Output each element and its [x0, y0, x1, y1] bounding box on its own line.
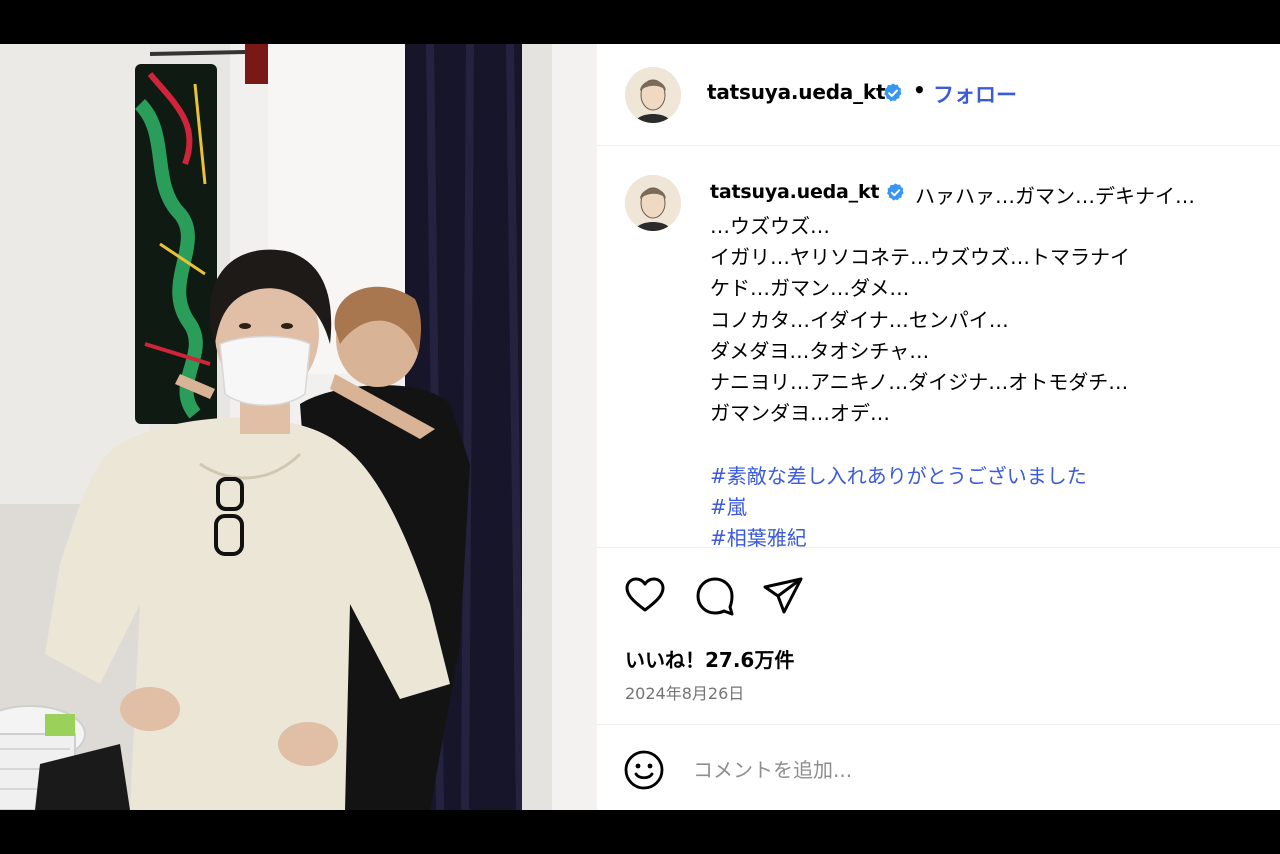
caption-line: ガマンダヨ…オデ… — [710, 401, 890, 426]
post-photo — [0, 44, 597, 810]
post-side-panel: tatsuya.ueda_kt • フォロー tatsuya.ueda_kt ハ… — [597, 44, 1280, 810]
letterbox-top — [0, 0, 1280, 44]
profile-avatar[interactable] — [625, 67, 681, 123]
like-count[interactable]: いいね！27.6万件 — [625, 644, 794, 673]
post-date[interactable]: 2024年8月26日 — [625, 680, 744, 704]
caption-line: コノカタ…イダイナ…センパイ… — [710, 307, 1009, 332]
hashtag-link[interactable]: #素敵な差し入れありがとうございました — [710, 461, 1270, 492]
heart-icon[interactable] — [623, 574, 667, 618]
caption-line: …ウズウズ… — [710, 214, 830, 238]
follow-button[interactable]: フォロー — [933, 79, 1017, 109]
header-username[interactable]: tatsuya.ueda_kt — [707, 80, 886, 104]
smiley-icon[interactable] — [623, 749, 665, 791]
caption-line: ダメダヨ…タオシチャ… — [710, 338, 930, 363]
caption-avatar[interactable] — [625, 175, 681, 231]
comment-bar — [597, 724, 1280, 810]
verified-badge-icon — [884, 83, 902, 102]
speech-bubble-icon[interactable] — [693, 574, 737, 618]
hashtag-link[interactable]: #嵐 — [710, 492, 1270, 523]
post-caption: tatsuya.ueda_kt ハァハァ…ガマン…デキナイ… …ウズウズ… イガ… — [597, 147, 1280, 547]
caption-line: ケド…ガマン…ダメ… — [710, 276, 910, 301]
paper-plane-icon[interactable] — [761, 574, 805, 618]
caption-username[interactable]: tatsuya.ueda_kt — [710, 181, 880, 203]
verified-badge-icon — [887, 183, 904, 201]
hashtag-link[interactable]: #相葉雅紀 — [710, 523, 1270, 547]
caption-text: …ウズウズ… イガリ…ヤリソコネテ…ウズウズ…トマラナイ ケド…ガマン…ダメ… … — [710, 211, 1270, 547]
caption-line: ナニヨリ…アニキノ…ダイジナ…オトモダチ… — [710, 369, 1129, 394]
caption-text-first-line: ハァハァ…ガマン…デキナイ… — [915, 184, 1195, 208]
post-header: tatsuya.ueda_kt • フォロー — [597, 44, 1280, 146]
caption-line: イガリ…ヤリソコネテ…ウズウズ…トマラナイ — [710, 245, 1130, 270]
letterbox-bottom — [0, 810, 1280, 854]
separator-dot: • — [913, 78, 926, 102]
post-actions: いいね！27.6万件 2024年8月26日 — [597, 547, 1280, 724]
comment-input[interactable] — [693, 752, 1253, 788]
